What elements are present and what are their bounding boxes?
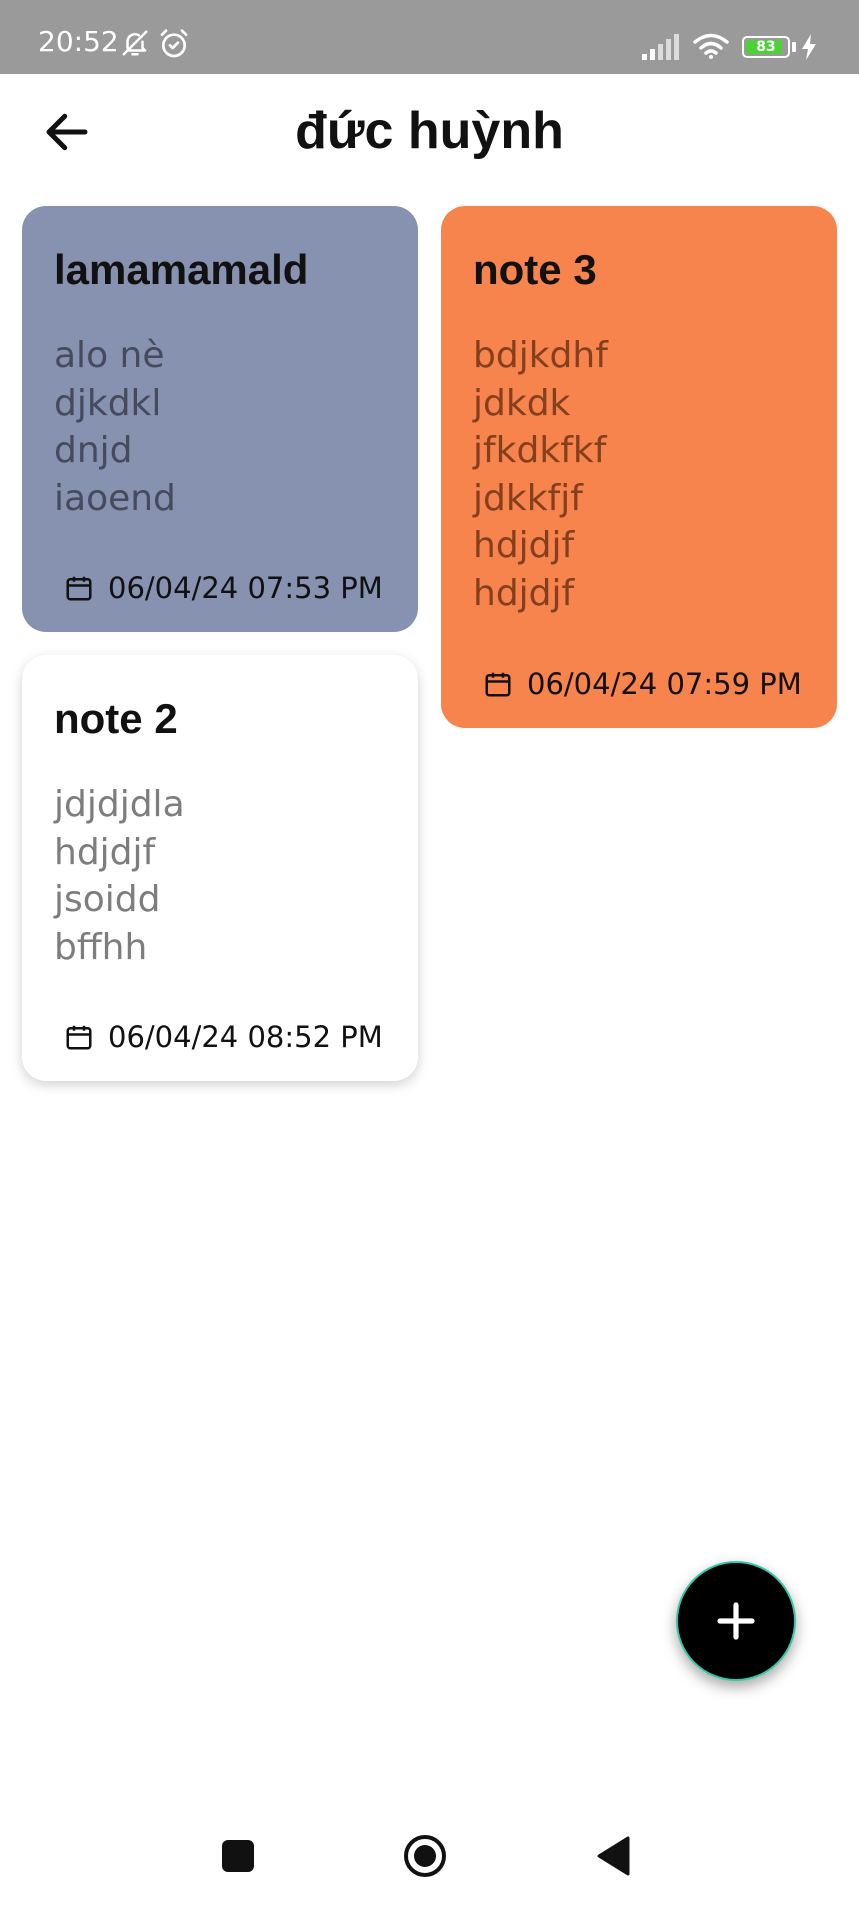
note-date-row: 06/04/24 08:52 PM (64, 1017, 383, 1057)
home-circle-icon[interactable] (403, 1834, 447, 1878)
wifi-icon (692, 32, 730, 64)
status-time: 20:52 (38, 25, 119, 58)
battery-level-text: 83 (756, 39, 776, 55)
battery-icon: 83 (742, 36, 790, 58)
note-date: 06/04/24 07:59 PM (527, 667, 802, 701)
note-card[interactable]: note 2 jdjdjdla hdjdjf jsoidd bffhh 06/0… (22, 655, 418, 1081)
calendar-icon (66, 1025, 92, 1050)
note-date-row: 06/04/24 07:59 PM (483, 664, 802, 704)
note-date: 06/04/24 08:52 PM (108, 1020, 383, 1054)
note-body: bdjkdhf jdkdk jfkdkfkf jdkkfjf hdjdjf hd… (473, 335, 608, 614)
signal-icon (642, 34, 682, 64)
mute-bell-icon (120, 28, 150, 62)
recents-square-icon[interactable] (222, 1840, 254, 1872)
charging-icon (800, 34, 818, 64)
note-date: 06/04/24 07:53 PM (108, 571, 383, 605)
back-triangle-icon[interactable] (596, 1836, 630, 1876)
page-title: đức huỳnh (295, 102, 564, 160)
alarm-icon (158, 28, 190, 64)
note-date-row: 06/04/24 07:53 PM (64, 568, 383, 608)
note-body: alo nè djkdkl dnjd iaoend (54, 335, 176, 519)
plus-icon (717, 1602, 755, 1640)
add-note-button[interactable] (676, 1561, 796, 1681)
calendar-icon (485, 672, 511, 697)
navigation-bar (0, 1800, 859, 1908)
note-title: lamamamald (54, 246, 309, 293)
calendar-icon (66, 576, 92, 601)
note-body: jdjdjdla hdjdjf jsoidd bffhh (54, 784, 185, 968)
battery-cap (792, 42, 796, 52)
note-title: note 3 (473, 246, 597, 293)
note-title: note 2 (54, 695, 178, 742)
note-card[interactable]: note 3 bdjkdhf jdkdk jfkdkfkf jdkkfjf hd… (441, 206, 837, 728)
note-card[interactable]: lamamamald alo nè djkdkl dnjd iaoend 06/… (22, 206, 418, 632)
status-bar: 20:52 83 (0, 0, 859, 74)
